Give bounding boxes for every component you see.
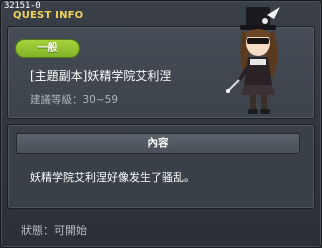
window-title: QUEST INFO xyxy=(13,10,84,21)
quest-category-badge: 一般 xyxy=(15,39,80,58)
quest-description: 妖精学院艾利涅好像发生了骚乱。 xyxy=(30,171,195,184)
quest-status: 狀態：可開始 xyxy=(21,224,87,237)
npc-portrait-icon xyxy=(226,7,280,114)
content-section-header: 內容 xyxy=(16,133,300,154)
recommended-level: 建議等級：30~59 xyxy=(30,94,119,106)
quest-name: [主題副本]妖精学院艾利涅 xyxy=(30,69,172,83)
